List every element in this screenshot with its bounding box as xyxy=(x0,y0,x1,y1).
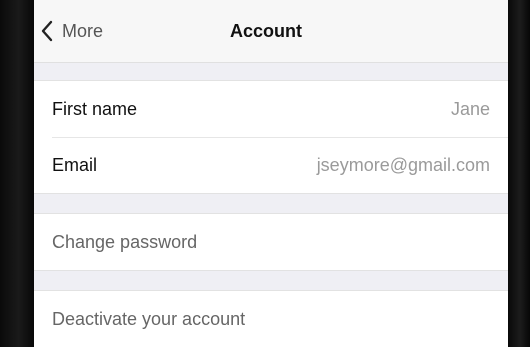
navigation-bar: More Account xyxy=(34,0,508,63)
back-button[interactable]: More xyxy=(40,16,103,46)
deactivate-section: Deactivate your account xyxy=(34,290,508,347)
email-row[interactable]: Email jseymore@gmail.com xyxy=(34,137,508,193)
phone-device: More Account First name Jane Email jseym… xyxy=(0,0,530,347)
deactivate-account-label: Deactivate your account xyxy=(52,308,246,329)
device-bezel-left xyxy=(0,0,34,347)
page-title: Account xyxy=(230,21,302,41)
change-password-section: Change password xyxy=(34,213,508,271)
first-name-row[interactable]: First name Jane xyxy=(34,81,508,137)
change-password-row[interactable]: Change password xyxy=(34,214,508,270)
email-value: jseymore@gmail.com xyxy=(316,154,490,175)
profile-section: First name Jane Email jseymore@gmail.com xyxy=(34,80,508,194)
first-name-value: Jane xyxy=(450,98,490,119)
first-name-label: First name xyxy=(52,98,138,119)
change-password-label: Change password xyxy=(52,231,198,252)
chevron-left-icon xyxy=(41,20,53,42)
device-bezel-right xyxy=(508,0,530,347)
account-screen: More Account First name Jane Email jseym… xyxy=(34,0,508,347)
deactivate-account-row[interactable]: Deactivate your account xyxy=(34,291,508,347)
back-button-label: More xyxy=(62,20,104,41)
email-label: Email xyxy=(52,154,98,175)
